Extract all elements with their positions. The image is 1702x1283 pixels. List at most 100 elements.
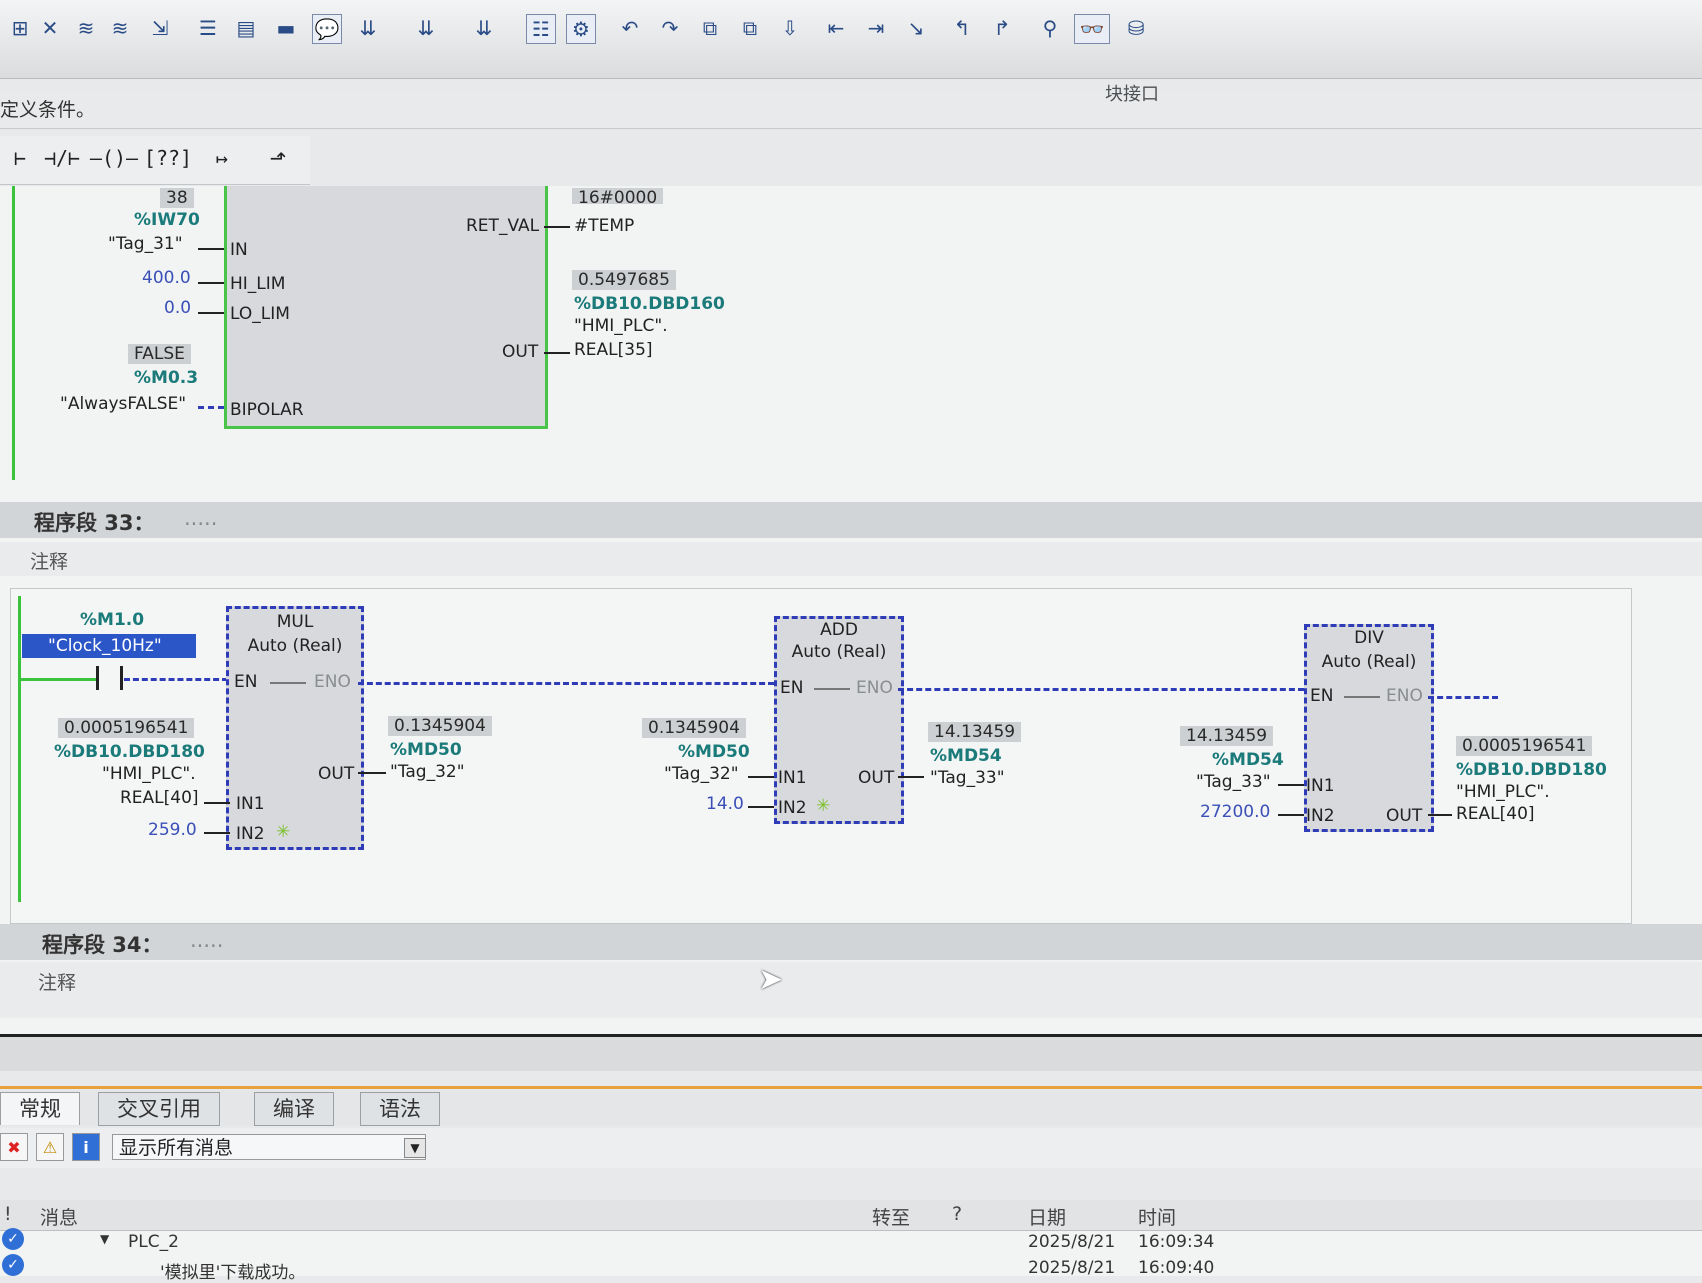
out-wire bbox=[544, 352, 570, 354]
splitter[interactable] bbox=[0, 1034, 1702, 1071]
lo-lim-pin: LO_LIM bbox=[230, 304, 290, 324]
mul-out-pin: OUT bbox=[318, 764, 355, 784]
palette-nc-contact-icon[interactable]: ⊣/⊢ bbox=[36, 144, 88, 172]
indent-icon[interactable]: ⇤ bbox=[822, 14, 850, 42]
div-eno-pin: ENO bbox=[1386, 686, 1423, 706]
mul-en-pin: EN bbox=[234, 672, 258, 692]
compare2-icon[interactable]: ⧉ bbox=[736, 14, 764, 42]
message-text[interactable]: '模拟里'下载成功。 bbox=[160, 1258, 305, 1283]
div-en-pin: EN bbox=[1310, 686, 1334, 706]
network-34-header[interactable]: 程序段 34： ..... bbox=[0, 924, 1702, 960]
add-add-input-icon[interactable]: ✳ bbox=[816, 796, 830, 816]
palette-open-branch-icon[interactable]: ↦ bbox=[202, 144, 242, 172]
bipolar-pin: BIPOLAR bbox=[230, 400, 304, 420]
col-goto[interactable]: 转至 bbox=[872, 1203, 910, 1230]
set-reset-icon[interactable]: ⊞ bbox=[6, 14, 34, 42]
block-icon[interactable]: ▤ bbox=[232, 14, 260, 42]
search-icon[interactable]: ⚲ bbox=[1036, 14, 1064, 42]
block-interface-label[interactable]: 块接口 bbox=[1092, 80, 1172, 105]
network-33-comment-text: 注释 bbox=[30, 551, 69, 573]
add-in2-const: 14.0 bbox=[706, 794, 744, 814]
error-filter-icon[interactable]: ✖ bbox=[0, 1133, 28, 1161]
mul-out-live-value: 0.1345904 bbox=[388, 716, 492, 736]
tab-syntax[interactable]: 语法 bbox=[360, 1092, 440, 1126]
network-33-comment[interactable]: 注释 bbox=[0, 542, 1702, 576]
mul-title: MUL bbox=[276, 612, 314, 632]
add-out-address: %MD54 bbox=[930, 746, 1002, 766]
in-wire bbox=[198, 248, 224, 250]
mul-in1-tag-db: "HMI_PLC". bbox=[102, 764, 196, 784]
hi-lim-wire bbox=[198, 282, 224, 284]
palette-empty-box-icon[interactable]: [??] bbox=[144, 144, 192, 172]
col-date[interactable]: 日期 bbox=[1028, 1203, 1066, 1230]
message-date: 2025/8/21 bbox=[1028, 1232, 1116, 1252]
col-help[interactable]: ? bbox=[952, 1203, 962, 1225]
download2-icon[interactable]: ⇊ bbox=[412, 14, 440, 42]
monitor-icon[interactable]: ⚙ bbox=[566, 14, 596, 44]
palette-branch-icon[interactable]: ⊢ bbox=[0, 144, 40, 172]
in-address: %IW70 bbox=[134, 210, 200, 230]
comment-icon[interactable]: 💬 bbox=[312, 14, 342, 44]
add-eno-pin: ENO bbox=[856, 678, 893, 698]
download-icon[interactable]: ⇊ bbox=[354, 14, 382, 42]
jump2-icon[interactable]: ↱ bbox=[988, 14, 1016, 42]
add-in1-address: %MD50 bbox=[678, 742, 750, 762]
tab-cross-reference[interactable]: 交叉引用 bbox=[98, 1092, 220, 1126]
indent2-icon[interactable]: ⇥ bbox=[862, 14, 890, 42]
message-filter-select[interactable]: 显示所有消息 bbox=[112, 1134, 426, 1160]
message-time: 16:09:40 bbox=[1138, 1258, 1215, 1278]
mul-add-input-icon[interactable]: ✳ bbox=[276, 822, 290, 842]
compare-icon[interactable]: ⧉ bbox=[696, 14, 724, 42]
tab-compile[interactable]: 编译 bbox=[254, 1092, 334, 1126]
ret-val-live-value: 16#0000 bbox=[572, 188, 664, 204]
power-rail bbox=[12, 186, 15, 480]
mul-in2-const: 259.0 bbox=[148, 820, 197, 840]
add-out-live-value: 14.13459 bbox=[928, 722, 1022, 742]
mul-in1-wire bbox=[204, 802, 230, 804]
message-text[interactable]: PLC_2 bbox=[128, 1232, 179, 1252]
add-title: ADD bbox=[820, 620, 858, 640]
arrow2-icon[interactable]: ↷ bbox=[656, 14, 684, 42]
add-out-pin: OUT bbox=[858, 768, 895, 788]
jump-icon[interactable]: ↰ bbox=[948, 14, 976, 42]
glasses-icon[interactable]: 👓 bbox=[1074, 14, 1110, 44]
chevron-down-icon[interactable]: ▼ bbox=[404, 1138, 426, 1158]
mul-in2-wire bbox=[204, 832, 230, 834]
lo-lim-wire bbox=[198, 312, 224, 314]
in-live-value: 38 bbox=[160, 188, 194, 208]
network-33-title: 程序段 33： bbox=[34, 511, 155, 535]
network-33-title-dots[interactable]: ..... bbox=[184, 506, 217, 530]
step-icon[interactable]: ≋ bbox=[72, 14, 100, 42]
download3-icon[interactable]: ⇊ bbox=[470, 14, 498, 42]
step2-icon[interactable]: ≋ bbox=[106, 14, 134, 42]
info-filter-icon[interactable]: i bbox=[72, 1133, 100, 1161]
list2-icon[interactable]: ☷ bbox=[526, 14, 556, 44]
indent3-icon[interactable]: ↘ bbox=[902, 14, 930, 42]
palette-coil-icon[interactable]: –()– bbox=[88, 144, 140, 172]
network-delete-icon[interactable]: ✕ bbox=[36, 14, 64, 42]
block2-icon[interactable]: ▬ bbox=[272, 14, 300, 42]
tab-general[interactable]: 常规 bbox=[0, 1092, 80, 1125]
network-33-header[interactable]: 程序段 33： ..... bbox=[0, 502, 1702, 538]
col-status[interactable]: ! bbox=[4, 1203, 12, 1225]
success-icon: ✓ bbox=[2, 1254, 24, 1276]
compare3-icon[interactable]: ⇩ bbox=[776, 14, 804, 42]
network-34-comment[interactable]: 注释 bbox=[0, 962, 1702, 1018]
col-time[interactable]: 时间 bbox=[1138, 1203, 1176, 1230]
goto-icon[interactable]: ⇲ bbox=[146, 14, 174, 42]
add-in1-tag: "Tag_32" bbox=[664, 764, 739, 784]
div-out-tag-index: REAL[40] bbox=[1456, 804, 1535, 824]
mul-type: Auto (Real) bbox=[247, 636, 343, 656]
palette-close-branch-icon[interactable]: ⬏ bbox=[258, 144, 298, 172]
warning-filter-icon[interactable]: ⚠ bbox=[36, 1133, 64, 1161]
contact-left-bar bbox=[96, 666, 99, 690]
add-in1-pin: IN1 bbox=[778, 768, 807, 788]
db-icon[interactable]: ⛁ bbox=[1122, 14, 1150, 42]
list-icon[interactable]: ☰ bbox=[194, 14, 222, 42]
out-tag-index: REAL[35] bbox=[574, 340, 653, 360]
col-message[interactable]: 消息 bbox=[40, 1203, 78, 1230]
message-date: 2025/8/21 bbox=[1028, 1258, 1116, 1278]
expand-chevron-icon[interactable]: ▼ bbox=[100, 1232, 109, 1246]
network-34-title-dots[interactable]: ..... bbox=[190, 928, 223, 952]
arrow-icon[interactable]: ↶ bbox=[616, 14, 644, 42]
